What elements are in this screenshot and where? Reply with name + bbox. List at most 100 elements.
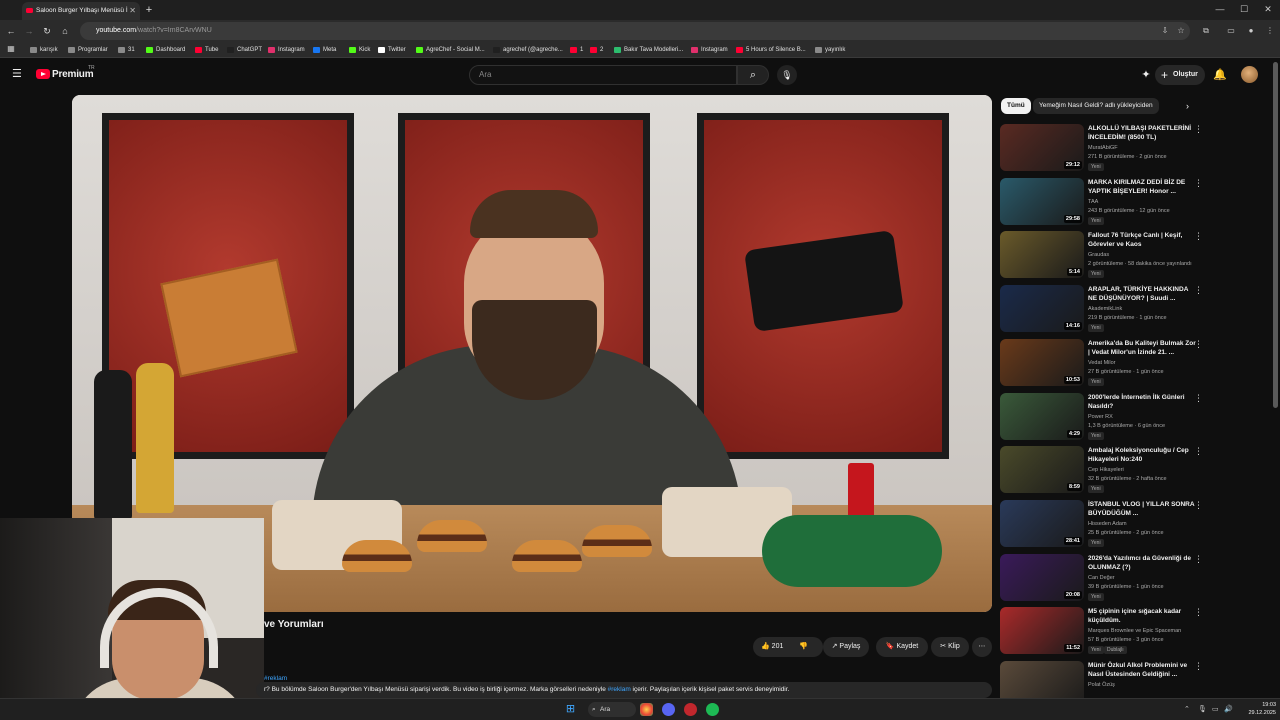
video-description[interactable]: r? Bu bölümde Saloon Burger'den Yılbaşı … [256, 682, 992, 698]
recommendation-item[interactable]: 20:08 2026'da Yazılımcı da Güvenliği de O… [1000, 554, 1272, 604]
forward-arrow-icon[interactable]: → [22, 24, 36, 38]
page-scrollbar[interactable] [1273, 62, 1278, 408]
network-icon[interactable]: ▭ [1212, 705, 1219, 713]
recommendation-title[interactable]: Fallout 76 Türkçe Canlı | Keşif, Görevle… [1088, 231, 1198, 249]
share-button[interactable]: ↗ Paylaş [823, 637, 869, 657]
recommendation-item[interactable]: 14:16 ARAPLAR, TÜRKİYE HAKKINDA NE DÜŞÜNÜ… [1000, 285, 1272, 335]
recommendation-title[interactable]: Münir Özkul Alkol Problemini ve Nasıl Üs… [1088, 661, 1198, 679]
microphone-tray-icon[interactable]: 🎙 [1198, 705, 1207, 713]
bookmark-item[interactable]: Programlar [68, 44, 108, 56]
user-avatar[interactable] [1241, 66, 1258, 83]
back-arrow-icon[interactable]: ← [4, 24, 18, 38]
more-options-icon[interactable]: ⋮ [1194, 231, 1203, 242]
search-icon[interactable]: ⌕ [737, 65, 769, 85]
bookmark-item[interactable]: Instagram [268, 44, 305, 56]
dislike-icon[interactable]: 👎 [799, 637, 808, 657]
recommendation-title[interactable]: MARKA KIRILMAZ DEDİ BİZ DE YAPTIK BİŞEYL… [1088, 178, 1198, 196]
more-options-icon[interactable]: ⋮ [1194, 393, 1203, 404]
more-options-icon[interactable]: ⋮ [1194, 339, 1203, 350]
extensions-icon[interactable]: ⧉ [1199, 24, 1213, 38]
recommendation-title[interactable]: Ambalaj Koleksiyonculuğu / Cep Hikayeler… [1088, 446, 1198, 464]
hamburger-menu-icon[interactable]: ☰ [12, 68, 24, 80]
recommendation-item[interactable]: 29:12 ALKOLLÜ YILBAŞI PAKETLERİNİ İNCELED… [1000, 124, 1272, 174]
bookmark-item[interactable]: Dashboard [146, 44, 185, 56]
recommendation-title[interactable]: M5 çipinin içine sığacak kadar küçüldüm. [1088, 607, 1198, 625]
recommendation-item[interactable]: 29:58 MARKA KIRILMAZ DEDİ BİZ DE YAPTIK B… [1000, 178, 1272, 228]
bookmark-item[interactable]: Tube [195, 44, 218, 56]
chip-all[interactable]: Tümü [1001, 98, 1031, 114]
maximize-button[interactable]: ☐ [1234, 2, 1254, 16]
reload-icon[interactable]: ↻ [40, 24, 54, 38]
recommendation-item[interactable]: 4:29 2000'lerde İnternetin İlk Günleri Na… [1000, 393, 1272, 443]
recommendation-title[interactable]: Amerika'da Bu Kaliteyi Bulmak Zor | Veda… [1088, 339, 1198, 357]
recommendation-item[interactable]: 5:14 Fallout 76 Türkçe Canlı | Keşif, Gör… [1000, 231, 1272, 281]
video-thumbnail[interactable]: 4:29 [1000, 393, 1084, 440]
bookmark-item[interactable]: 31 [118, 44, 135, 56]
microphone-icon[interactable]: 🎙 [777, 65, 797, 85]
bookmark-item[interactable]: Meta [313, 44, 336, 56]
close-window-button[interactable]: ✕ [1258, 2, 1278, 16]
recommendation-title[interactable]: 2026'da Yazılımcı da Güvenliği de OLUNMA… [1088, 554, 1198, 572]
menu-dots-icon[interactable]: ⋮ [1263, 24, 1277, 38]
bookmark-item[interactable]: Twitter [378, 44, 406, 56]
video-thumbnail[interactable]: 10:53 [1000, 339, 1084, 386]
chip-related-uploader[interactable]: Yemeğim Nasıl Geldi? adlı yükleyiciden [1033, 98, 1159, 114]
recommendation-title[interactable]: ARAPLAR, TÜRKİYE HAKKINDA NE DÜŞÜNÜYOR? … [1088, 285, 1198, 303]
windows-start-icon[interactable]: ⊞ [564, 703, 577, 716]
video-thumbnail[interactable]: 29:58 [1000, 178, 1084, 225]
more-options-icon[interactable]: ⋮ [1194, 661, 1203, 672]
recommendation-item[interactable]: 11:52 M5 çipinin içine sığacak kadar küçü… [1000, 607, 1272, 657]
recommendation-item[interactable]: 10:53 Amerika'da Bu Kaliteyi Bulmak Zor |… [1000, 339, 1272, 389]
video-thumbnail[interactable]: 14:16 [1000, 285, 1084, 332]
recommendation-title[interactable]: İSTANBUL VLOG | YILLAR SONRA BÜYÜDÜĞÜM .… [1088, 500, 1198, 518]
more-options-icon[interactable]: ⋮ [1194, 500, 1203, 511]
install-app-icon[interactable]: ⇩ [1158, 24, 1172, 38]
more-options-icon[interactable]: ⋮ [1194, 178, 1203, 189]
video-thumbnail[interactable]: 11:52 [1000, 607, 1084, 654]
profile-icon[interactable]: ● [1244, 24, 1258, 38]
search-input[interactable]: Ara [469, 65, 737, 85]
more-options-icon[interactable]: ⋮ [1194, 285, 1203, 296]
bookmark-item[interactable]: 2 [590, 44, 603, 56]
recommendation-item[interactable]: 8:59 Ambalaj Koleksiyonculuğu / Cep Hikay… [1000, 446, 1272, 496]
spotify-icon[interactable] [706, 703, 719, 716]
taskbar-search[interactable]: ⌕ Ara [588, 702, 636, 717]
discord-icon[interactable] [662, 703, 675, 716]
recommendation-title[interactable]: 2000'lerde İnternetin İlk Günleri Nasıld… [1088, 393, 1198, 411]
video-thumbnail[interactable]: 28:41 [1000, 500, 1084, 547]
video-thumbnail[interactable]: 8:59 [1000, 446, 1084, 493]
recommendation-item[interactable]: 28:41 İSTANBUL VLOG | YILLAR SONRA BÜYÜDÜ… [1000, 500, 1272, 550]
more-options-icon[interactable]: ⋮ [1194, 446, 1203, 457]
bookmark-item[interactable]: ChatGPT [227, 44, 262, 56]
more-actions-icon[interactable]: ⋯ [972, 637, 992, 657]
tray-chevron-icon[interactable]: ⌃ [1184, 705, 1190, 713]
more-options-icon[interactable]: ⋮ [1194, 607, 1203, 618]
bookmark-item[interactable]: agrechef (@agreche... [493, 44, 563, 56]
assistant-icon[interactable]: ✦ [1138, 67, 1154, 83]
save-button[interactable]: 🔖 Kaydet [876, 637, 928, 657]
video-thumbnail[interactable]: 20:08 [1000, 554, 1084, 601]
more-options-icon[interactable]: ⋮ [1194, 124, 1203, 135]
browser-tab-active[interactable]: Saloon Burger Yılbaşı Menüsü İ ✕ [22, 2, 140, 20]
apps-grid-icon[interactable]: ▦ [4, 42, 18, 56]
tab-close-icon[interactable]: ✕ [129, 2, 136, 20]
taskbar-clock[interactable]: 19:03 29.12.2025 [1236, 701, 1276, 717]
notifications-bell-icon[interactable]: 🔔 [1212, 67, 1228, 83]
home-icon[interactable]: ⌂ [58, 24, 72, 38]
volume-icon[interactable]: 🔊 [1224, 705, 1233, 713]
description-hashtag[interactable]: #reklam [608, 686, 631, 693]
bookmark-item[interactable]: Instagram [691, 44, 728, 56]
bookmark-item[interactable]: yayınlık [815, 44, 845, 56]
clip-button[interactable]: ✂ Klip [931, 637, 969, 657]
obs-icon[interactable] [684, 703, 697, 716]
create-button[interactable]: + Oluştur [1155, 65, 1205, 85]
bookmark-item[interactable]: Bakır Tava Modelleri... [614, 44, 683, 56]
new-tab-button[interactable]: + [142, 3, 156, 17]
bookmark-star-icon[interactable]: ☆ [1174, 24, 1188, 38]
recommendation-title[interactable]: ALKOLLÜ YILBAŞI PAKETLERİNİ İNCELEDİM! (… [1088, 124, 1198, 142]
bookmark-item[interactable]: Kick [349, 44, 370, 56]
bookmark-item[interactable]: AgreChef - Social M... [416, 44, 485, 56]
like-icon[interactable]: 👍 [761, 643, 770, 650]
more-options-icon[interactable]: ⋮ [1194, 554, 1203, 565]
video-thumbnail[interactable]: 5:14 [1000, 231, 1084, 278]
